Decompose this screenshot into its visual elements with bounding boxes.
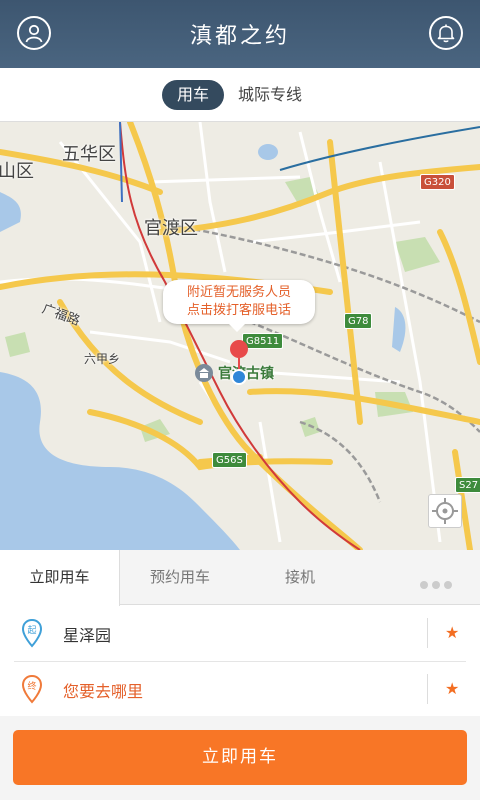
- favorite-star-icon[interactable]: ★: [445, 679, 459, 698]
- start-badge-text: 起: [27, 625, 36, 636]
- service-tab-bar: 用车 城际专线: [0, 68, 480, 122]
- current-location-icon: [231, 369, 247, 385]
- end-location-row[interactable]: 终 您要去哪里 ★: [0, 662, 480, 717]
- map-label-guandu: 官渡区: [144, 218, 198, 239]
- map-label-left-district: 山区: [0, 161, 34, 182]
- start-location-row[interactable]: 起 星泽园 ★: [0, 606, 480, 661]
- tab-car[interactable]: 用车: [162, 80, 224, 110]
- notice-line-2: 点击拨打客服电话: [186, 303, 291, 318]
- poi-bank-icon: [195, 364, 213, 382]
- end-pin-icon: 终: [20, 674, 44, 708]
- map-label-wuhua: 五华区: [62, 144, 116, 165]
- end-badge-text: 终: [27, 680, 36, 692]
- tab-reserve[interactable]: 预约用车: [120, 550, 240, 605]
- app-title: 滇都之约: [189, 24, 290, 49]
- tab-ride-now[interactable]: 立即用车: [0, 550, 120, 606]
- ride-mode-tabs: 立即用车 预约用车 接机: [0, 550, 480, 606]
- ride-now-button[interactable]: 立即用车: [13, 730, 467, 785]
- favorite-star-icon[interactable]: ★: [445, 623, 459, 642]
- start-pin-icon: 起: [20, 618, 44, 652]
- notice-line-1: 附近暂无服务人员: [186, 285, 291, 300]
- map-view[interactable]: 山区 五华区 官渡区 广福路 六甲乡 官渡古镇 G8511 G78 G320 G…: [0, 122, 480, 550]
- highway-shield-g78: G78: [344, 313, 373, 329]
- bell-icon[interactable]: [429, 16, 463, 50]
- tab-airport-pickup[interactable]: 接机: [240, 550, 360, 605]
- highway-shield-g320: G320: [420, 174, 455, 190]
- highway-shield-g56s: G56S: [212, 452, 247, 468]
- crosshair-icon[interactable]: [428, 494, 462, 528]
- app-header: 滇都之约: [0, 0, 480, 68]
- row-separator: [427, 618, 428, 648]
- map-base: [0, 122, 480, 550]
- tab-intercity[interactable]: 城际专线: [228, 80, 312, 110]
- destination-input[interactable]: 您要去哪里: [63, 678, 143, 702]
- highway-shield-s27: S27: [455, 477, 480, 493]
- row-separator: [427, 674, 428, 704]
- no-service-notice[interactable]: 附近暂无服务人员 点击拨打客服电话: [163, 280, 315, 332]
- more-options-icon[interactable]: [420, 574, 456, 593]
- map-label-liujia: 六甲乡: [84, 352, 121, 366]
- start-location-text: 星泽园: [63, 626, 112, 645]
